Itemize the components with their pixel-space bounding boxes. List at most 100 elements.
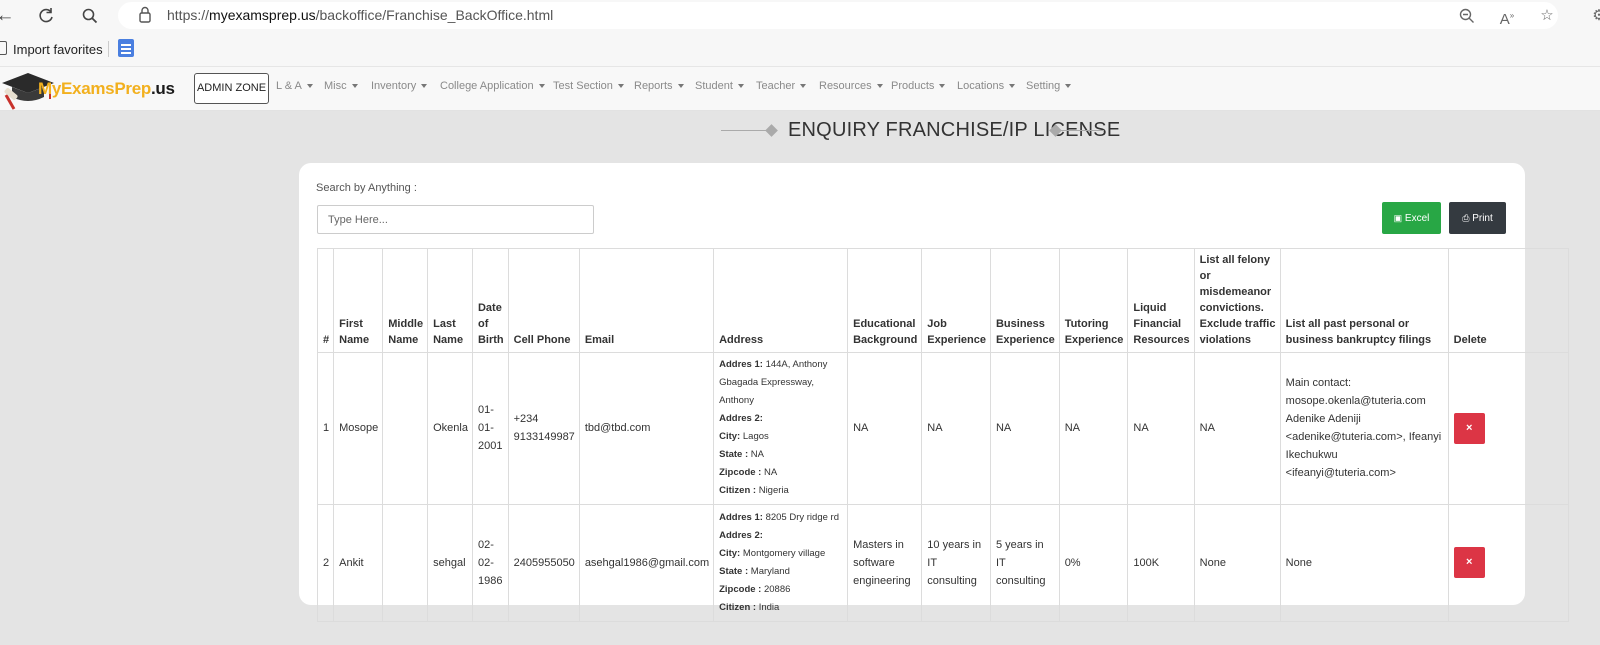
column-header: Middle Name [382,248,429,353]
logo-text-tld: .us [150,79,175,98]
delete-button[interactable]: × [1453,547,1485,578]
back-arrow-icon[interactable]: ← [0,3,18,29]
cell-delete: × [1447,504,1569,622]
address-line-2: Addres 2: [719,410,843,428]
star-icon[interactable]: ☆ [1535,4,1559,28]
cell-first-name: Mosope [333,352,384,505]
cell-felony: None [1193,504,1281,622]
column-header: Business Experience [989,248,1060,353]
column-header: Liquid Financial Resources [1127,248,1195,353]
menu-label: L & A [276,80,302,92]
menu-label: Resources [819,80,872,92]
menu-college-application[interactable]: College Application [440,80,545,92]
admin-zone-button[interactable]: ADMIN ZONE [194,73,269,104]
extensions-icon[interactable]: ⚙ [1587,4,1600,28]
cell-bankruptcy: Main contact: mosope.okenla@tuteria.com … [1279,352,1449,505]
menu-label: Inventory [371,80,417,92]
cell-address: Addres 1: 144A, Anthony Gbagada Expressw… [713,352,849,505]
address-zipcode: Zipcode : 20886 [719,581,843,599]
read-aloud-icon[interactable]: A» [1495,4,1519,28]
menu-setting[interactable]: Setting [1026,80,1072,92]
table-row: 2 Ankit sehgal 02-02-1986 2405955050 ase… [316,504,1569,622]
cell-business-experience: NA [989,352,1060,505]
refresh-icon[interactable] [33,3,59,29]
url-text[interactable]: https://myexamsprep.us/backoffice/Franch… [167,7,553,23]
cell-email: asehgal1986@gmail.com [578,504,715,622]
address-value: 20886 [763,583,791,595]
cell-middle-name [382,504,429,622]
cell-tutoring-experience: 0% [1058,504,1129,622]
menu-misc[interactable]: Misc [324,80,358,92]
menu-student[interactable]: Student [695,80,744,92]
cell-last-name: sehgal [427,504,473,622]
cell-dob: 01-01-2001 [471,352,509,505]
site-navbar: MyExamsPrep.us ADMIN ZONE L & A Misc Inv… [0,67,1600,111]
cell-tutoring-experience: NA [1058,352,1129,505]
menu-inventory[interactable]: Inventory [371,80,428,92]
title-ornament-left [721,130,771,131]
import-favorites-link[interactable]: Import favorites [13,42,103,57]
caret-down-icon [800,84,807,89]
excel-button[interactable]: ▣ Excel [1382,202,1441,234]
enquiry-table: # First Name Middle Name Last Name Date … [316,248,1569,622]
cell-phone: +234 9133149987 [507,352,580,505]
cell-liquid-resources: 100K [1127,504,1195,622]
address-label: Addres 2: [719,529,763,541]
site-logo[interactable]: MyExamsPrep.us [0,69,175,110]
menu-test-section[interactable]: Test Section [553,80,624,92]
menu-teacher[interactable]: Teacher [756,80,807,92]
menu-label: Teacher [756,80,796,92]
menu-label: Student [695,80,733,92]
caret-down-icon [421,84,428,89]
column-header: Tutoring Experience [1058,248,1129,353]
cell-education: NA [847,352,923,505]
table-row: 1 Mosope Okenla 01-01-2001 +234 91331499… [316,352,1569,505]
address-line-1: Addres 1: 144A, Anthony Gbagada Expressw… [719,356,843,410]
address-label: Citizen : [719,485,757,496]
google-docs-icon[interactable] [118,39,134,57]
favorites-divider [108,41,109,57]
cell-address: Addres 1: 8205 Dry ridge rd Addres 2: Ci… [713,504,849,622]
menu-reports[interactable]: Reports [634,80,684,92]
caret-down-icon [538,84,545,89]
address-value: Nigeria [758,485,789,496]
cell-number: 1 [316,352,335,505]
menu-locations[interactable]: Locations [957,80,1016,92]
cell-liquid-resources: NA [1127,352,1195,505]
browser-address-bar: ← https://myexamsprep.us/backoffice/Fran… [0,0,1600,31]
address-label: Addres 1: [719,511,763,523]
cell-education: Masters in software engineering [847,504,923,622]
table-header-row: # First Name Middle Name Last Name Date … [316,248,1569,353]
url-path: /backoffice/Franchise_BackOffice.html [315,7,554,23]
address-state: State : NA [719,446,843,464]
print-button[interactable]: ⎙ Print [1449,202,1506,234]
cell-last-name: Okenla [427,352,473,505]
caret-down-icon [876,84,883,89]
menu-label: Reports [634,80,673,92]
file-excel-icon: ▣ [1393,213,1403,223]
address-citizen: Citizen : Nigeria [719,482,843,500]
address-state: State : Maryland [719,563,843,581]
column-header: Job Experience [921,248,991,353]
address-label: Zipcode : [719,467,762,478]
cell-delete: × [1447,352,1569,505]
column-header: Delete [1447,248,1569,353]
search-icon[interactable] [77,3,103,29]
menu-label: Test Section [553,80,613,92]
caret-down-icon [1009,84,1016,89]
column-header: # [316,248,335,353]
caret-down-icon [939,84,946,89]
cell-dob: 02-02-1986 [471,504,509,622]
menu-products[interactable]: Products [891,80,946,92]
column-header: Last Name [427,248,473,353]
zoom-out-icon[interactable] [1455,4,1479,28]
column-header: Cell Phone [507,248,580,353]
column-header: Educational Background [847,248,923,353]
lock-icon[interactable] [137,5,153,25]
delete-button[interactable]: × [1453,412,1485,444]
menu-l-and-a[interactable]: L & A [276,80,313,92]
menu-resources[interactable]: Resources [819,80,883,92]
cell-first-name: Ankit [333,504,384,622]
address-city: City: Montgomery village [719,545,843,563]
search-input[interactable] [317,205,594,234]
